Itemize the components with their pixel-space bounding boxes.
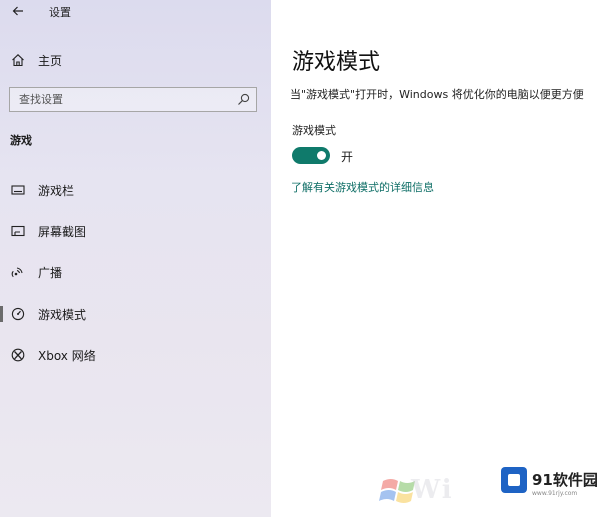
watermark: Wi 91软件园 www.91rjy.com bbox=[379, 457, 601, 517]
sidebar-item-label: Xbox 网络 bbox=[38, 348, 96, 363]
watermark-url: www.91rjy.com bbox=[532, 490, 578, 497]
game-bar-icon bbox=[10, 182, 26, 198]
page-title: 游戏模式 bbox=[292, 50, 381, 75]
broadcast-icon bbox=[10, 264, 26, 280]
toggle-knob bbox=[317, 151, 326, 160]
search-input[interactable] bbox=[10, 88, 239, 111]
watermark-windows-text: Wi bbox=[411, 475, 454, 505]
page-description: 当"游戏模式"打开时，Windows 将优化你的电脑以便更方便 bbox=[290, 88, 584, 101]
section-title-gaming: 游戏 bbox=[10, 134, 32, 147]
sidebar-item-label: 游戏栏 bbox=[38, 183, 75, 198]
nav-home-label: 主页 bbox=[38, 53, 63, 68]
sidebar-item-label: 屏幕截图 bbox=[38, 224, 87, 239]
back-button[interactable] bbox=[8, 1, 28, 21]
screenshot-icon bbox=[10, 223, 26, 239]
sidebar-item-screenshot[interactable]: 屏幕截图 bbox=[0, 217, 271, 245]
learn-more-link[interactable]: 了解有关游戏模式的详细信息 bbox=[291, 179, 434, 195]
xbox-icon bbox=[10, 347, 26, 363]
sidebar-item-broadcast[interactable]: 广播 bbox=[0, 258, 271, 286]
watermark-brand: 91软件园 bbox=[532, 471, 598, 489]
arrow-left-icon bbox=[12, 6, 23, 16]
app-title: 设置 bbox=[49, 6, 71, 19]
game-mode-setting-label: 游戏模式 bbox=[292, 124, 336, 137]
sidebar-item-game-mode[interactable]: 游戏模式 bbox=[0, 300, 271, 328]
sidebar-item-label: 游戏模式 bbox=[38, 307, 87, 322]
watermark-logo-icon bbox=[501, 467, 527, 493]
title-bar: 设置 bbox=[0, 0, 271, 24]
sidebar-item-xbox-network[interactable]: Xbox 网络 bbox=[0, 341, 271, 369]
home-icon bbox=[10, 52, 26, 68]
game-mode-toggle[interactable] bbox=[292, 147, 330, 164]
sidebar: 设置 主页 游戏 bbox=[0, 0, 271, 517]
game-mode-icon bbox=[10, 306, 26, 322]
nav-item-home[interactable]: 主页 bbox=[0, 48, 271, 72]
search-box[interactable] bbox=[9, 87, 257, 112]
main-content: 游戏模式 当"游戏模式"打开时，Windows 将优化你的电脑以便更方便 游戏模… bbox=[271, 0, 601, 517]
settings-window: 设置 主页 游戏 bbox=[0, 0, 601, 517]
sidebar-item-label: 广播 bbox=[38, 265, 63, 280]
search-icon[interactable] bbox=[237, 93, 250, 106]
toggle-state-label: 开 bbox=[341, 150, 354, 164]
sidebar-item-game-bar[interactable]: 游戏栏 bbox=[0, 176, 271, 204]
